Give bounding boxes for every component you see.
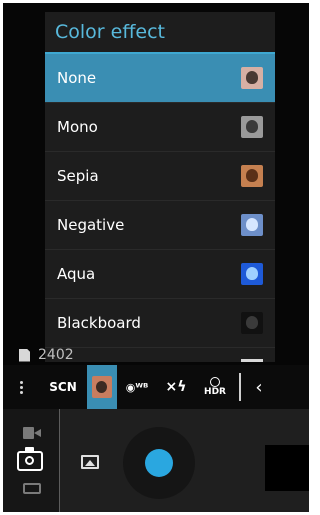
more-settings-icon[interactable] — [3, 380, 39, 394]
camera-controls — [3, 409, 309, 512]
video-mode-icon[interactable] — [23, 427, 41, 439]
color-effect-popup: Color effect None Mono Sepia Negative Aqua Bl… — [45, 12, 275, 362]
effect-option-negative[interactable]: Negative — [45, 201, 275, 250]
sd-card-icon — [19, 348, 30, 362]
popup-title: Color effect — [45, 12, 275, 54]
effect-option-aqua[interactable]: Aqua — [45, 250, 275, 299]
thumbnail-face — [246, 316, 258, 329]
hdr-label: HDR — [204, 387, 226, 397]
scene-mode-button[interactable]: SCN — [39, 365, 87, 409]
color-effect-button[interactable] — [87, 365, 117, 409]
thumbnail-face — [246, 71, 258, 84]
effect-label: Sepia — [57, 167, 99, 185]
effect-label: Blackboard — [57, 314, 141, 332]
white-balance-button[interactable]: ◉ᵂᴮ — [117, 365, 157, 409]
gallery-icon[interactable] — [81, 455, 99, 469]
effect-label: Mono — [57, 118, 98, 136]
last-photo-thumbnail[interactable] — [265, 445, 309, 491]
effect-label: Aqua — [57, 265, 96, 283]
thumbnail-face — [246, 267, 258, 280]
hdr-off-button[interactable]: HDR — [195, 365, 235, 409]
shutter-button[interactable] — [145, 449, 173, 477]
thumbnail-face — [246, 120, 258, 133]
effect-list: None Mono Sepia Negative Aqua Blackboard — [45, 54, 275, 362]
thumbnail-face — [246, 218, 258, 231]
effect-option-none[interactable]: None — [45, 54, 275, 103]
flash-off-button[interactable]: ×ϟ — [157, 365, 195, 409]
effect-option-mono[interactable]: Mono — [45, 103, 275, 152]
effect-option-sepia[interactable]: Sepia — [45, 152, 275, 201]
mode-switcher — [3, 409, 60, 512]
effect-thumbnail-icon — [241, 116, 263, 138]
effect-label: Negative — [57, 216, 125, 234]
remaining-photos-count: 2402 — [38, 347, 74, 363]
settings-divider — [239, 373, 241, 401]
camera-screen: Color effect None Mono Sepia Negative Aqua Bl… — [3, 3, 309, 512]
settings-bar: SCN ◉ᵂᴮ ×ϟ HDR ‹ — [3, 365, 309, 409]
thumbnail-face — [246, 169, 258, 182]
effect-thumbnail-icon — [241, 312, 263, 334]
photo-mode-icon[interactable] — [17, 447, 43, 471]
storage-indicator: 2402 — [19, 347, 74, 363]
effect-thumbnail-icon — [241, 67, 263, 89]
effect-thumbnail-icon — [241, 214, 263, 236]
effect-option-blackboard[interactable]: Blackboard — [45, 299, 275, 348]
effect-thumbnail-icon — [241, 165, 263, 187]
effect-label: None — [57, 69, 97, 87]
panorama-mode-icon[interactable] — [23, 483, 41, 494]
shutter-ring — [123, 427, 195, 499]
collapse-settings-icon[interactable]: ‹ — [249, 377, 269, 398]
hdr-off-icon — [210, 377, 220, 387]
effect-thumbnail-icon — [241, 263, 263, 285]
color-effect-icon — [92, 376, 112, 398]
next-effect-partial — [241, 359, 263, 362]
